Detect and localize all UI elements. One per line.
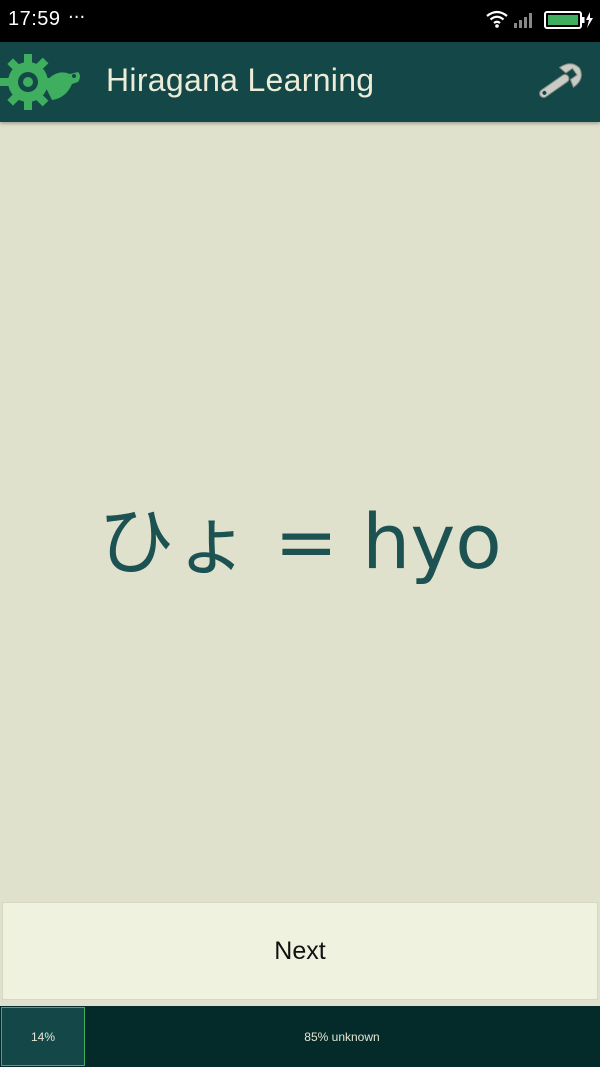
signal-icon	[514, 13, 532, 28]
progress-known-fill: 14%	[1, 1007, 85, 1066]
status-time: 17:59	[8, 8, 61, 30]
flashcard-text: ひょ = hyo	[98, 497, 502, 586]
wifi-icon	[486, 10, 508, 28]
progress-bar: 14% 85% unknown	[0, 1006, 600, 1067]
status-bar: 17:59 ···	[0, 0, 600, 42]
wrench-icon	[539, 63, 582, 98]
status-overflow-indicator: ···	[68, 7, 86, 28]
next-button[interactable]: Next	[2, 902, 598, 1000]
settings-button[interactable]	[532, 60, 588, 104]
battery-charging-icon	[544, 11, 593, 29]
progress-unknown-label: 85% unknown	[304, 1029, 380, 1044]
app-title: Hiragana Learning	[106, 62, 375, 98]
flashcard-area: ひょ = hyo	[0, 122, 600, 902]
gear-turtle-logo-icon	[0, 54, 80, 110]
app-bar: Hiragana Learning	[0, 42, 600, 122]
